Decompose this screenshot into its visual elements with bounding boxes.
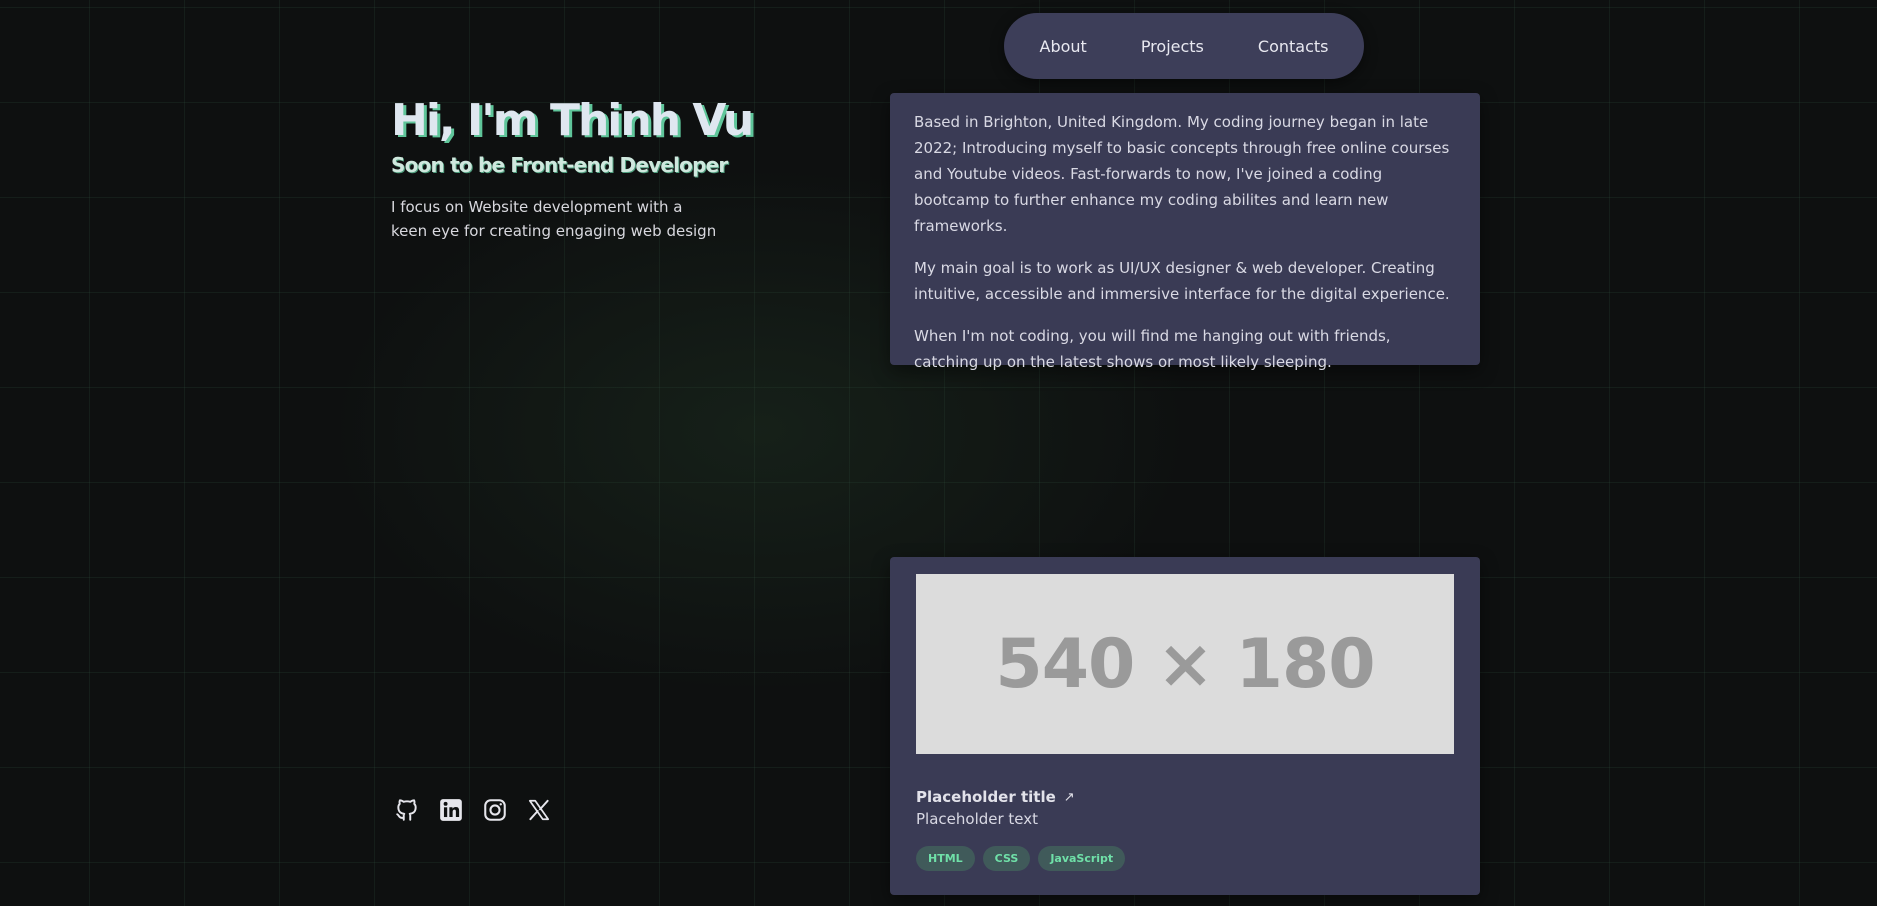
- page-title: Hi, I'm Thinh Vu: [391, 95, 754, 146]
- page-subtitle: Soon to be Front-end Developer: [391, 153, 728, 177]
- about-card: Based in Brighton, United Kingdom. My co…: [890, 93, 1480, 371]
- nav-about-link[interactable]: About: [1013, 37, 1114, 56]
- about-paragraph: Based in Brighton, United Kingdom. My co…: [914, 113, 1450, 235]
- instagram-icon[interactable]: [482, 797, 508, 823]
- hero-description: I focus on Website development with a ke…: [391, 198, 717, 240]
- project-tags: HTML CSS JavaScript: [916, 846, 1454, 871]
- about-paragraph: My main goal is to work as UI/UX designe…: [914, 259, 1450, 303]
- nav-projects-link[interactable]: Projects: [1114, 37, 1231, 56]
- project-card[interactable]: 540 × 180 Placeholder title ↗ Placeholde…: [890, 557, 1480, 895]
- nav-contacts-link[interactable]: Contacts: [1231, 37, 1356, 56]
- tag-badge: HTML: [916, 846, 975, 871]
- project-description: Placeholder text: [916, 810, 1039, 828]
- external-link-arrow-icon: ↗: [1063, 789, 1075, 805]
- main-nav: About Projects Contacts: [1004, 13, 1364, 79]
- tag-badge: JavaScript: [1038, 846, 1126, 871]
- project-title-link[interactable]: Placeholder title: [916, 788, 1056, 806]
- social-links: [394, 797, 552, 823]
- x-icon[interactable]: [526, 797, 552, 823]
- tag-badge: CSS: [982, 846, 1031, 871]
- hero-section: Hi, I'm Thinh Vu Soon to be Front-end De…: [391, 93, 754, 243]
- github-icon[interactable]: [394, 797, 420, 823]
- about-paragraph: When I'm not coding, you will find me ha…: [914, 327, 1391, 371]
- project-title-row[interactable]: Placeholder title ↗: [916, 788, 1454, 806]
- project-thumbnail: 540 × 180: [916, 574, 1454, 754]
- linkedin-icon[interactable]: [438, 797, 464, 823]
